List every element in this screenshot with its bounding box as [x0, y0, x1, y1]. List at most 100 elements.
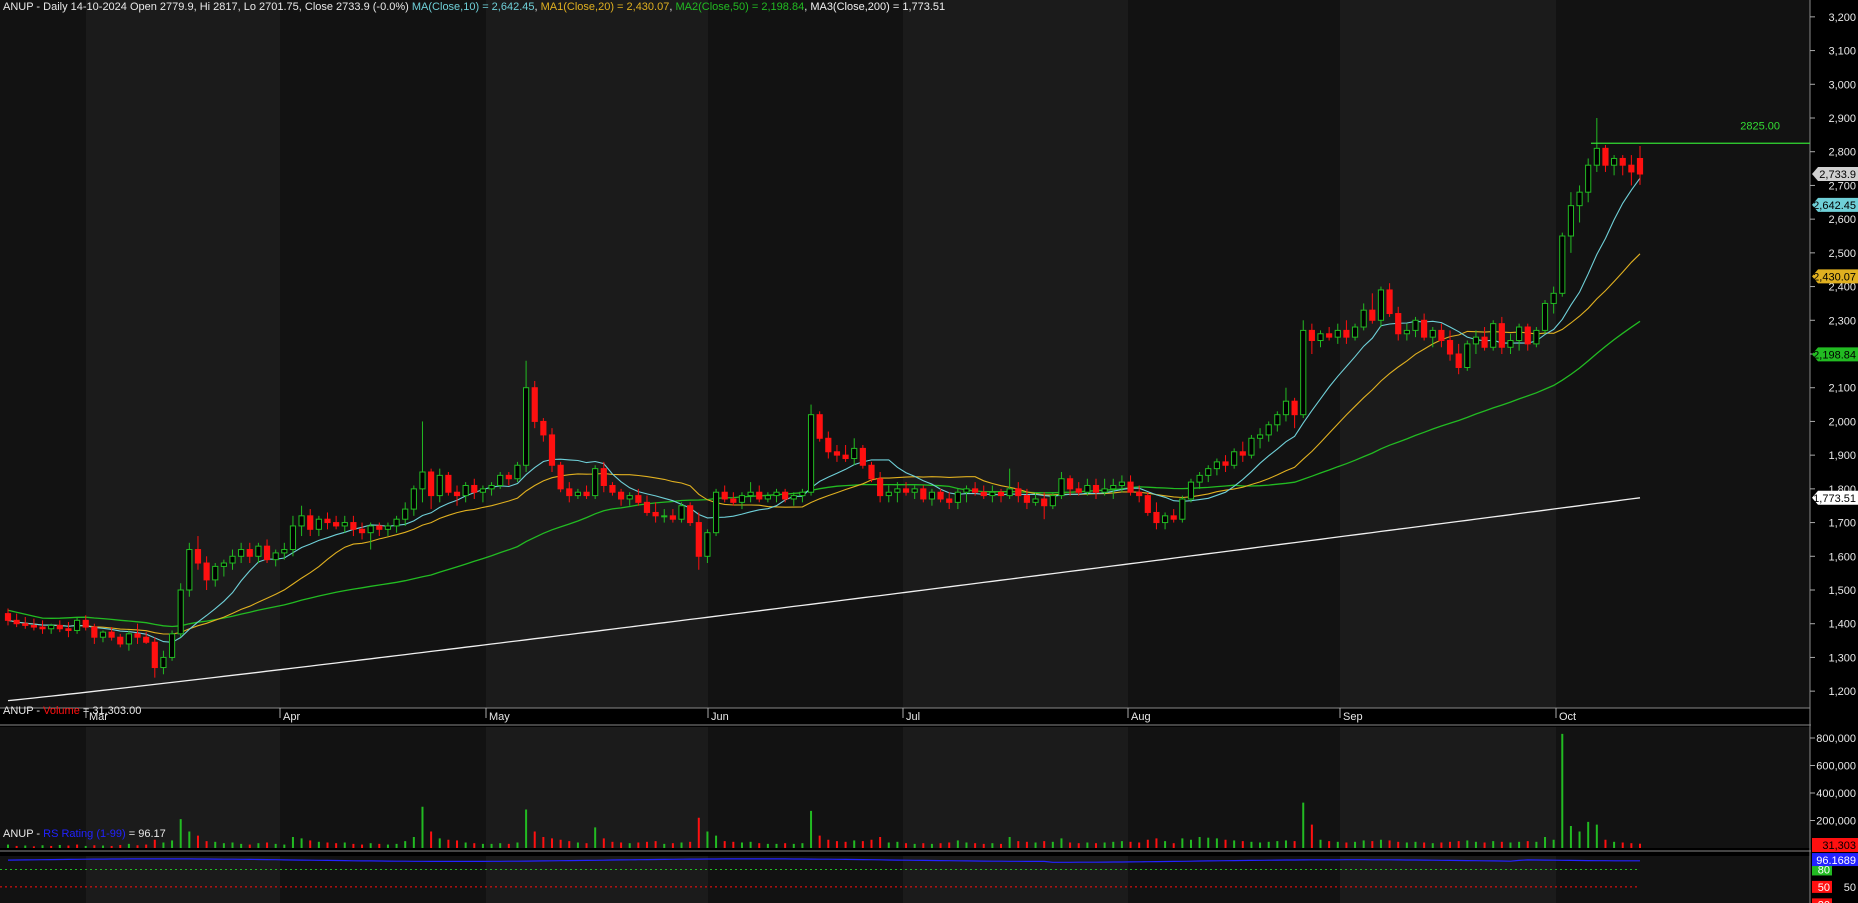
volume-bar: [205, 841, 208, 848]
candle-body: [1351, 326, 1359, 338]
month-band: [1556, 0, 1810, 708]
volume-bar: [1379, 839, 1382, 848]
volume-bar: [1267, 841, 1270, 848]
volume-bar: [1129, 841, 1132, 848]
candle-body: [1490, 323, 1497, 348]
volume-bar: [1466, 840, 1469, 848]
volume-axis-label: 200,000: [1816, 816, 1856, 828]
candle-body: [1049, 495, 1056, 507]
candle-body: [1187, 481, 1195, 500]
volume-bar: [274, 843, 277, 848]
volume-bar: [1302, 802, 1305, 848]
candle-body: [842, 454, 849, 460]
month-band: [486, 0, 708, 708]
volume-bar: [637, 842, 640, 848]
volume-bar: [430, 831, 433, 848]
candle-body: [272, 552, 279, 561]
volume-bar: [568, 841, 571, 848]
candle-body: [1222, 461, 1229, 466]
candle-body: [1429, 329, 1436, 338]
candle-body: [333, 522, 340, 527]
volume-bar: [740, 842, 743, 848]
volume-bar: [1215, 838, 1218, 848]
volume-bar: [1284, 840, 1287, 848]
candle-body: [600, 468, 607, 486]
candle-body: [402, 508, 409, 520]
volume-bar: [663, 843, 666, 848]
candle-body: [894, 488, 901, 493]
volume-bar: [136, 845, 139, 848]
candle-body: [548, 434, 556, 466]
volume-bar: [110, 845, 113, 848]
volume-bar: [1561, 733, 1564, 848]
candle-body: [669, 515, 676, 520]
candle-body: [738, 495, 746, 503]
volume-bar: [1138, 842, 1141, 848]
candle-body: [505, 474, 512, 480]
price-axis-label: 2,900: [1828, 113, 1856, 125]
volume-bar: [50, 845, 53, 848]
candle-body: [186, 549, 193, 591]
volume-bar: [974, 843, 977, 848]
volume-bar: [499, 843, 502, 848]
volume-bar: [835, 841, 838, 848]
candle-body: [229, 555, 236, 564]
volume-bar: [1112, 841, 1115, 848]
candle-body: [963, 488, 970, 493]
volume-bar: [438, 838, 441, 848]
volume-bar: [84, 845, 87, 848]
volume-bar: [1388, 840, 1391, 848]
price-axis-label: 2,000: [1828, 416, 1856, 428]
volume-bar: [67, 845, 70, 848]
volume-bar: [1569, 826, 1572, 848]
candle-body: [1507, 340, 1514, 348]
volume-bar: [1233, 840, 1236, 848]
price-tag-label: 2,430.07: [1813, 271, 1856, 283]
candle-body: [143, 636, 150, 643]
candle-body: [773, 491, 780, 497]
candle-body: [790, 495, 797, 500]
candle-body: [212, 565, 219, 581]
volume-bar: [1043, 841, 1046, 848]
candle-body: [1274, 414, 1281, 426]
candle-body: [592, 468, 599, 497]
candle-body: [168, 633, 176, 658]
volume-bar: [1259, 842, 1262, 848]
month-band-volume: [486, 727, 708, 848]
candle-body: [1015, 488, 1022, 497]
month-band-rs: [903, 856, 1128, 903]
volume-bar: [1086, 842, 1089, 848]
candle-body: [704, 532, 711, 557]
candle-body: [557, 464, 564, 490]
volume-bar: [879, 837, 882, 848]
candle-body: [1360, 309, 1367, 328]
candle-body: [652, 511, 659, 517]
volume-bar: [810, 810, 813, 848]
candle-body: [928, 491, 936, 500]
volume-bar: [1017, 841, 1020, 848]
candle-body: [488, 484, 495, 490]
price-tag-label: 2,642.45: [1813, 200, 1856, 212]
candle-body: [730, 498, 737, 503]
volume-bar: [1552, 839, 1555, 848]
candle-body: [194, 549, 202, 564]
volume-bar: [1172, 843, 1175, 848]
candle-body: [1196, 474, 1203, 483]
month-band-rs: [486, 856, 708, 903]
volume-bar: [93, 845, 96, 848]
candle-body: [419, 471, 426, 490]
volume-bar: [1526, 841, 1529, 848]
volume-bar: [602, 838, 605, 848]
candle-body: [1541, 302, 1549, 331]
candle-body: [678, 505, 685, 520]
volume-bar: [1345, 842, 1348, 848]
candle-body: [39, 626, 46, 630]
volume-bar: [1397, 841, 1400, 848]
volume-bar: [1440, 842, 1443, 848]
volume-bar: [1621, 842, 1624, 848]
volume-bar: [1319, 839, 1322, 848]
price-axis-label: 2,600: [1828, 214, 1856, 226]
candle-body: [1576, 191, 1583, 207]
candle-body: [263, 545, 271, 561]
candle-body: [315, 518, 322, 530]
